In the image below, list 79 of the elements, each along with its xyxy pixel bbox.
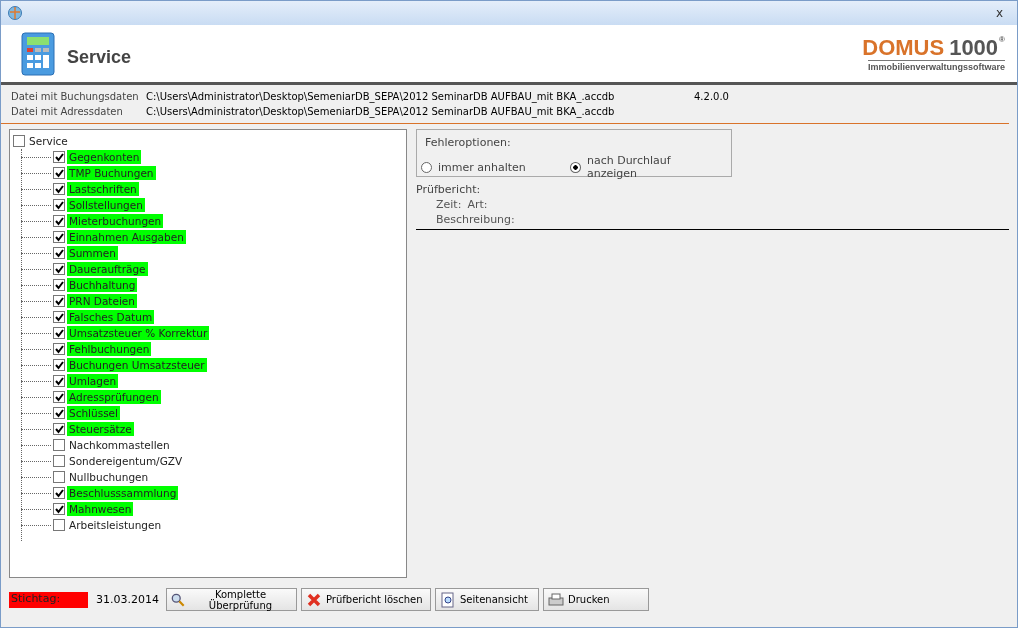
file-label: Datei mit Adressdaten: [11, 106, 124, 117]
document-magnifier-icon: [440, 591, 456, 608]
checkbox[interactable]: [53, 487, 65, 499]
search-icon: [171, 591, 185, 608]
tree-item[interactable]: Lastschriften: [67, 182, 139, 196]
checkbox[interactable]: [53, 311, 65, 323]
tree-item[interactable]: Schlüssel: [67, 406, 120, 420]
tree-item[interactable]: Mahnwesen: [67, 502, 134, 516]
checkbox[interactable]: [53, 503, 65, 515]
tree-item[interactable]: Buchhaltung: [67, 278, 138, 292]
tree-item[interactable]: Summen: [67, 246, 118, 260]
tree-item[interactable]: Buchungen Umsatzsteuer: [67, 358, 207, 372]
checkbox[interactable]: [53, 151, 65, 163]
checkbox[interactable]: [53, 295, 65, 307]
date-value: 31.03.2014: [96, 593, 160, 606]
calculator-icon: [21, 31, 57, 76]
description-label: Beschreibung:: [436, 213, 515, 226]
logo-tagline: Immobilienverwaltungssoftware: [867, 59, 1005, 72]
tree-item[interactable]: Umsatzsteuer % Korrektur: [67, 326, 210, 340]
cross-icon: [306, 591, 322, 608]
checkbox[interactable]: [53, 199, 65, 211]
printer-icon: [548, 591, 564, 608]
type-label: Art:: [467, 198, 488, 211]
checkbox[interactable]: [53, 391, 65, 403]
checkbox[interactable]: [53, 183, 65, 195]
checkbox[interactable]: [53, 231, 65, 243]
tree-item[interactable]: Umlagen: [67, 374, 119, 388]
checkbox[interactable]: [53, 215, 65, 227]
checkbox[interactable]: [53, 439, 65, 451]
tree-item[interactable]: Fehlbuchungen: [67, 342, 152, 356]
page-title: Service: [67, 47, 132, 68]
tree-item[interactable]: Sondereigentum/GZV: [67, 454, 185, 468]
tree-item[interactable]: Einnahmen Ausgaben: [67, 230, 186, 244]
registered-mark: ®: [999, 35, 1005, 44]
delete-action-button[interactable]: Prüfbericht löschen: [301, 588, 431, 611]
checkbox[interactable]: [53, 327, 65, 339]
radio-button[interactable]: [570, 161, 581, 173]
checkbox[interactable]: [53, 375, 65, 387]
checkbox[interactable]: [53, 519, 65, 531]
file-path: C:\Users\Administrator\Desktop\SemeniarDB_SEPA\2012 SeminarDB AUFBAU_mit BKA_.accdb: [146, 106, 616, 117]
file-label: Datei mit Buchungsdaten: [11, 91, 140, 102]
tree-item[interactable]: Gegenkonten: [67, 150, 142, 164]
checkbox[interactable]: [53, 471, 65, 483]
search-action-button[interactable]: Komplette Überprüfung: [166, 588, 297, 611]
preview-action-button[interactable]: Seitenansicht: [435, 588, 539, 611]
report-title: Prüfbericht:: [416, 183, 482, 196]
checkbox[interactable]: [53, 455, 65, 467]
tree-item[interactable]: Steuersätze: [67, 422, 134, 436]
tree-item[interactable]: Daueraufträge: [67, 262, 148, 276]
tree-item[interactable]: Falsches Datum: [67, 310, 155, 324]
checkbox[interactable]: [53, 343, 65, 355]
checkbox[interactable]: [53, 407, 65, 419]
print-action-button[interactable]: Drucken: [543, 588, 649, 611]
checkbox[interactable]: [53, 359, 65, 371]
time-label: Zeit:: [436, 198, 462, 211]
tree-item[interactable]: Nullbuchungen: [67, 470, 151, 484]
checkbox[interactable]: [53, 279, 65, 291]
tree-item[interactable]: Sollstellungen: [67, 198, 145, 212]
checkbox[interactable]: [53, 423, 65, 435]
tree-item[interactable]: TMP Buchungen: [67, 166, 156, 180]
tree-item[interactable]: Adressprüfungen: [67, 390, 161, 404]
tree-item[interactable]: Service: [27, 134, 70, 148]
tree-item[interactable]: Beschlusssammlung: [67, 486, 179, 500]
tree-item[interactable]: Arbeitsleistungen: [67, 518, 164, 532]
close-button[interactable]: x: [991, 6, 1007, 20]
group-title: Fehleroptionen:: [425, 136, 512, 149]
version-number: 4.2.0.0: [694, 91, 729, 102]
date-label: Stichtag:: [9, 591, 88, 608]
tree-item[interactable]: PRN Dateien: [67, 294, 137, 308]
tree-item[interactable]: Nachkommastellen: [67, 438, 172, 452]
logo-word: DOMUS: [862, 35, 945, 60]
file-path: C:\Users\Administrator\Desktop\SemeniarDB_SEPA\2012 SeminarDB AUFBAU_mit BKA_.accdb: [146, 91, 616, 102]
checkbox[interactable]: [13, 135, 25, 147]
checkbox[interactable]: [53, 167, 65, 179]
logo-number: 1000: [949, 35, 999, 60]
checkbox[interactable]: [53, 247, 65, 259]
tree-item[interactable]: Mieterbuchungen: [67, 214, 164, 228]
checkbox[interactable]: [53, 263, 65, 275]
radio-button[interactable]: [421, 161, 432, 173]
